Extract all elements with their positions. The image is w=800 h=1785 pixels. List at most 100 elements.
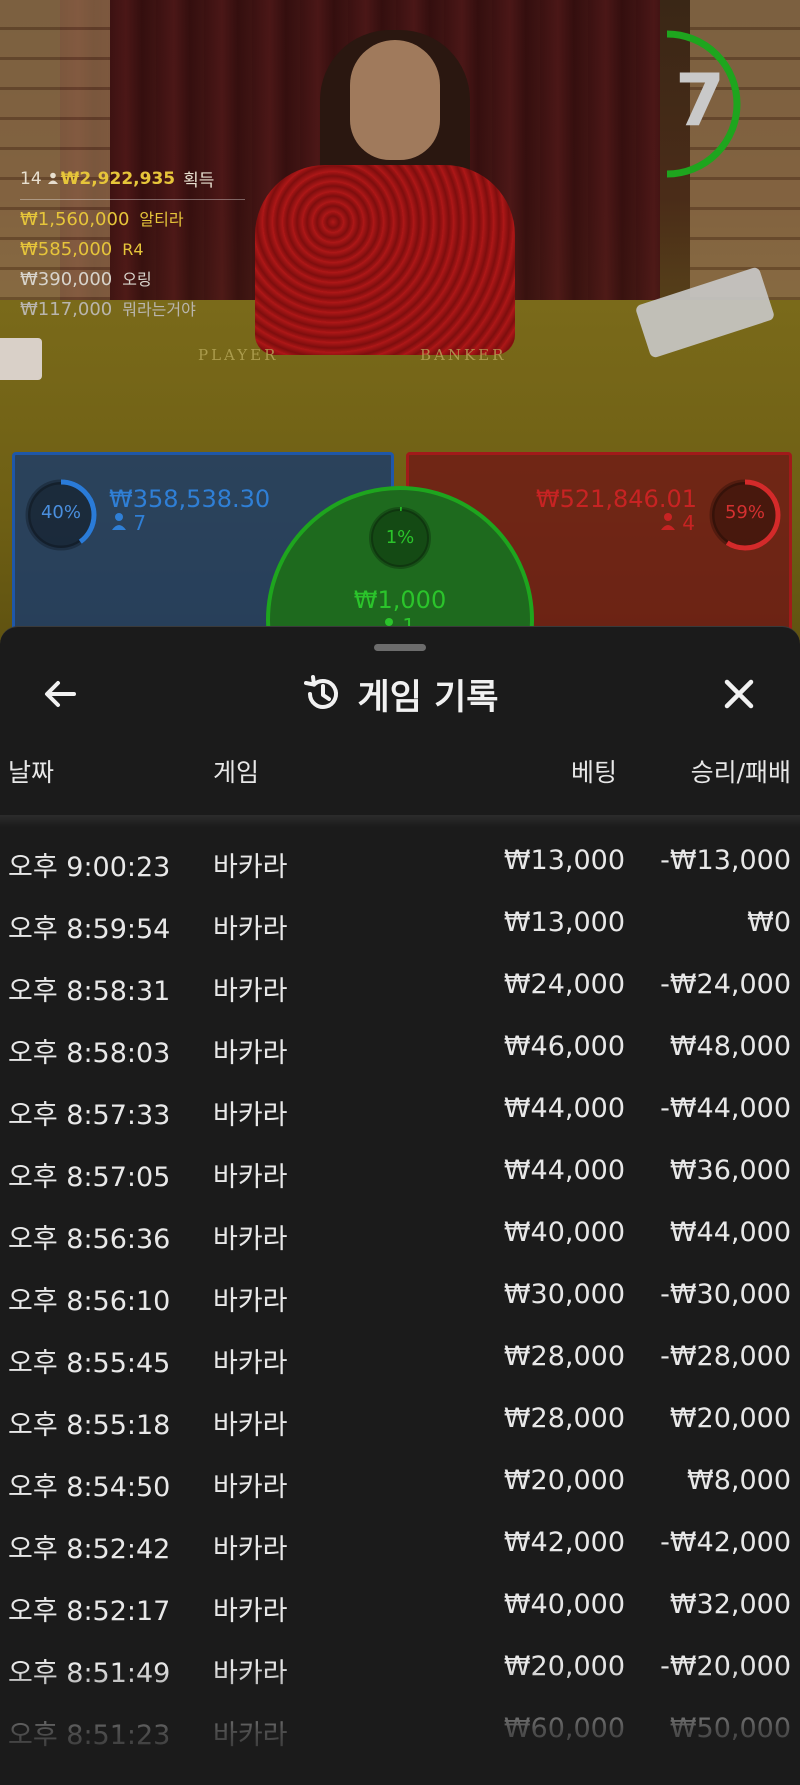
winners-panel: 14 ₩2,922,935 획득 ₩1,560,000 알티라 ₩585,000 R4…	[20, 166, 250, 320]
row-date: 오후 8:58:03	[8, 1038, 171, 1069]
row-bet: ₩28,000	[503, 1341, 625, 1372]
banker-bettor-count-wrap: 4	[660, 511, 695, 535]
row-bet: ₩20,000	[503, 1465, 625, 1496]
player-percent: 40%	[40, 502, 81, 523]
row-date: 오후 8:56:10	[8, 1286, 171, 1317]
row-date: 오후 8:59:54	[8, 914, 171, 945]
row-win-loss: -₩30,000	[660, 1279, 791, 1310]
history-row[interactable]: 오후 8:57:05 바카라 ₩44,000 ₩36,000	[0, 1145, 800, 1207]
sheet-header: 게임 기록	[0, 667, 800, 721]
history-row[interactable]: 오후 8:57:33 바카라 ₩44,000 -₩44,000	[0, 1083, 800, 1145]
history-row[interactable]: 오후 8:59:54 바카라 ₩13,000 ₩0	[0, 897, 800, 959]
person-icon	[660, 511, 676, 535]
column-header-game: 게임	[213, 758, 260, 787]
row-bet: ₩46,000	[503, 1031, 625, 1062]
winner-row: ₩585,000 R4	[20, 239, 250, 260]
winner-row: ₩117,000 뭐라는거야	[20, 299, 250, 320]
card-stack	[0, 338, 42, 380]
row-game: 바카라	[213, 1348, 288, 1379]
player-felt-label: PLAYER	[198, 346, 279, 364]
row-win-loss: ₩32,000	[669, 1589, 791, 1620]
row-win-loss: -₩42,000	[660, 1527, 791, 1558]
row-game: 바카라	[213, 1038, 288, 1069]
winners-header: 14 ₩2,922,935 획득	[20, 166, 245, 200]
winner-name: 뭐라는거야	[122, 300, 196, 319]
history-row[interactable]: 오후 8:56:10 바카라 ₩30,000 -₩30,000	[0, 1269, 800, 1331]
row-date: 오후 9:00:23	[8, 852, 171, 883]
winner-name: 오링	[122, 270, 152, 289]
row-bet: ₩28,000	[503, 1403, 625, 1434]
winner-amount: ₩390,000	[20, 269, 113, 290]
banker-bettor-count: 4	[682, 511, 695, 535]
history-row[interactable]: 오후 8:54:50 바카라 ₩20,000 ₩8,000	[0, 1455, 800, 1517]
row-game: 바카라	[213, 1224, 288, 1255]
row-win-loss: ₩36,000	[669, 1155, 791, 1186]
player-bettor-count-wrap: 7	[111, 511, 146, 535]
row-bet: ₩44,000	[503, 1155, 625, 1186]
row-win-loss: ₩8,000	[687, 1465, 791, 1496]
person-icon	[47, 169, 59, 189]
row-game: 바카라	[213, 1162, 288, 1193]
history-row[interactable]: 오후 8:55:18 바카라 ₩28,000 ₩20,000	[0, 1393, 800, 1455]
row-win-loss: ₩44,000	[669, 1217, 791, 1248]
winner-row: ₩390,000 오링	[20, 269, 250, 290]
column-header-date: 날짜	[8, 758, 55, 787]
history-row[interactable]: 오후 8:52:17 바카라 ₩40,000 ₩32,000	[0, 1579, 800, 1641]
history-row[interactable]: 오후 8:58:31 바카라 ₩24,000 -₩24,000	[0, 959, 800, 1021]
row-game: 바카라	[213, 1100, 288, 1131]
row-bet: ₩42,000	[503, 1527, 625, 1558]
row-win-loss: -₩28,000	[660, 1341, 791, 1372]
winners-total-label: 획득	[183, 171, 215, 191]
close-icon	[724, 679, 754, 709]
row-game: 바카라	[213, 852, 288, 883]
row-bet: ₩13,000	[503, 845, 625, 876]
sheet-title: 게임 기록	[357, 677, 499, 718]
close-button[interactable]	[714, 669, 764, 719]
row-date: 오후 8:52:17	[8, 1596, 171, 1627]
dealer-face	[350, 40, 440, 160]
winner-name: R4	[122, 240, 144, 259]
player-bet-total: ₩358,538.30	[109, 485, 271, 513]
row-date: 오후 8:54:50	[8, 1472, 171, 1503]
history-clock-icon	[303, 675, 338, 709]
row-game: 바카라	[213, 914, 288, 945]
row-game: 바카라	[213, 1596, 288, 1627]
winner-amount: ₩117,000	[20, 299, 113, 320]
row-win-loss: ₩48,000	[669, 1031, 791, 1062]
row-bet: ₩13,000	[503, 907, 625, 938]
row-win-loss: ₩20,000	[669, 1403, 791, 1434]
row-date: 오후 8:58:31	[8, 976, 171, 1007]
history-row[interactable]: 오후 9:00:23 바카라 ₩13,000 -₩13,000	[0, 835, 800, 897]
row-game: 바카라	[213, 1534, 288, 1565]
banker-felt-label: BANKER	[420, 346, 507, 364]
row-bet: ₩24,000	[503, 969, 625, 1000]
row-date: 오후 8:57:33	[8, 1100, 171, 1131]
row-win-loss: -₩24,000	[660, 969, 791, 1000]
tie-bet-total: ₩1,000	[353, 586, 447, 614]
row-win-loss: -₩13,000	[660, 845, 791, 876]
row-bet: ₩40,000	[503, 1217, 625, 1248]
winners-total: ₩2,922,935	[60, 168, 176, 189]
column-header-bet: 베팅	[570, 758, 617, 787]
row-date: 오후 8:55:45	[8, 1348, 171, 1379]
countdown-timer-value: 7	[674, 58, 726, 142]
history-row[interactable]: 오후 8:56:36 바카라 ₩40,000 ₩44,000	[0, 1207, 800, 1269]
header-divider	[0, 815, 800, 827]
winners-count: 14	[20, 168, 42, 189]
person-icon	[111, 511, 127, 535]
history-row[interactable]: 오후 8:58:03 바카라 ₩46,000 ₩48,000	[0, 1021, 800, 1083]
row-game: 바카라	[213, 1286, 288, 1317]
winner-name: 알티라	[139, 210, 184, 229]
history-row[interactable]: 오후 8:55:45 바카라 ₩28,000 -₩28,000	[0, 1331, 800, 1393]
column-header-win-loss: 승리/패배	[690, 758, 791, 787]
game-history-sheet: 게임 기록 날짜 게임 베팅 승리/패배 오후 9:00:23 바카라 ₩13,00…	[0, 626, 800, 1785]
history-row[interactable]: 오후 8:52:42 바카라 ₩42,000 -₩42,000	[0, 1517, 800, 1579]
history-table-header: 날짜 게임 베팅 승리/패배	[0, 753, 800, 799]
sheet-drag-handle[interactable]	[374, 644, 426, 651]
history-table-body: 오후 9:00:23 바카라 ₩13,000 -₩13,000 오후 8:59:54 바카…	[0, 835, 800, 1765]
row-game: 바카라	[213, 1472, 288, 1503]
row-date: 오후 8:52:42	[8, 1534, 171, 1565]
row-date: 오후 8:55:18	[8, 1410, 171, 1441]
row-bet: ₩44,000	[503, 1093, 625, 1124]
winner-amount: ₩585,000	[20, 239, 113, 260]
